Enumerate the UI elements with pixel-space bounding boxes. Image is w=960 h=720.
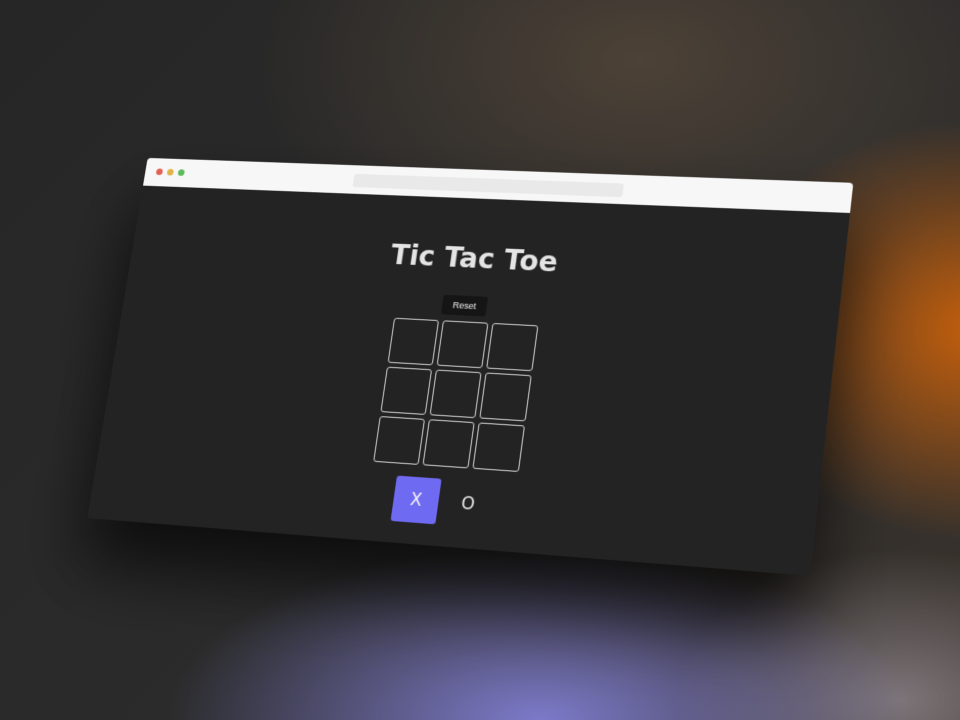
- page-title: Tic Tac Toe: [388, 238, 560, 279]
- board-cell[interactable]: [422, 419, 475, 469]
- board-cell[interactable]: [373, 416, 426, 465]
- game-board: [373, 317, 539, 473]
- player-o-button[interactable]: O: [442, 479, 494, 528]
- close-dot-icon[interactable]: [155, 168, 164, 176]
- player-selector: X O: [390, 475, 494, 529]
- reset-button[interactable]: Reset: [440, 294, 489, 317]
- board-cell[interactable]: [429, 369, 482, 419]
- browser-window: Tic Tac Toe Reset X O: [87, 157, 854, 576]
- player-x-button[interactable]: X: [390, 475, 442, 525]
- board-cell[interactable]: [479, 372, 532, 422]
- minimize-dot-icon[interactable]: [166, 168, 175, 176]
- page-content: Tic Tac Toe Reset X O: [87, 185, 851, 576]
- address-bar[interactable]: [352, 173, 625, 198]
- window-controls: [155, 168, 185, 176]
- maximize-dot-icon[interactable]: [177, 169, 185, 176]
- board-cell[interactable]: [486, 322, 539, 372]
- board-cell[interactable]: [387, 317, 440, 366]
- board-cell[interactable]: [436, 320, 489, 369]
- board-cell[interactable]: [472, 422, 526, 473]
- board-cell[interactable]: [380, 366, 433, 415]
